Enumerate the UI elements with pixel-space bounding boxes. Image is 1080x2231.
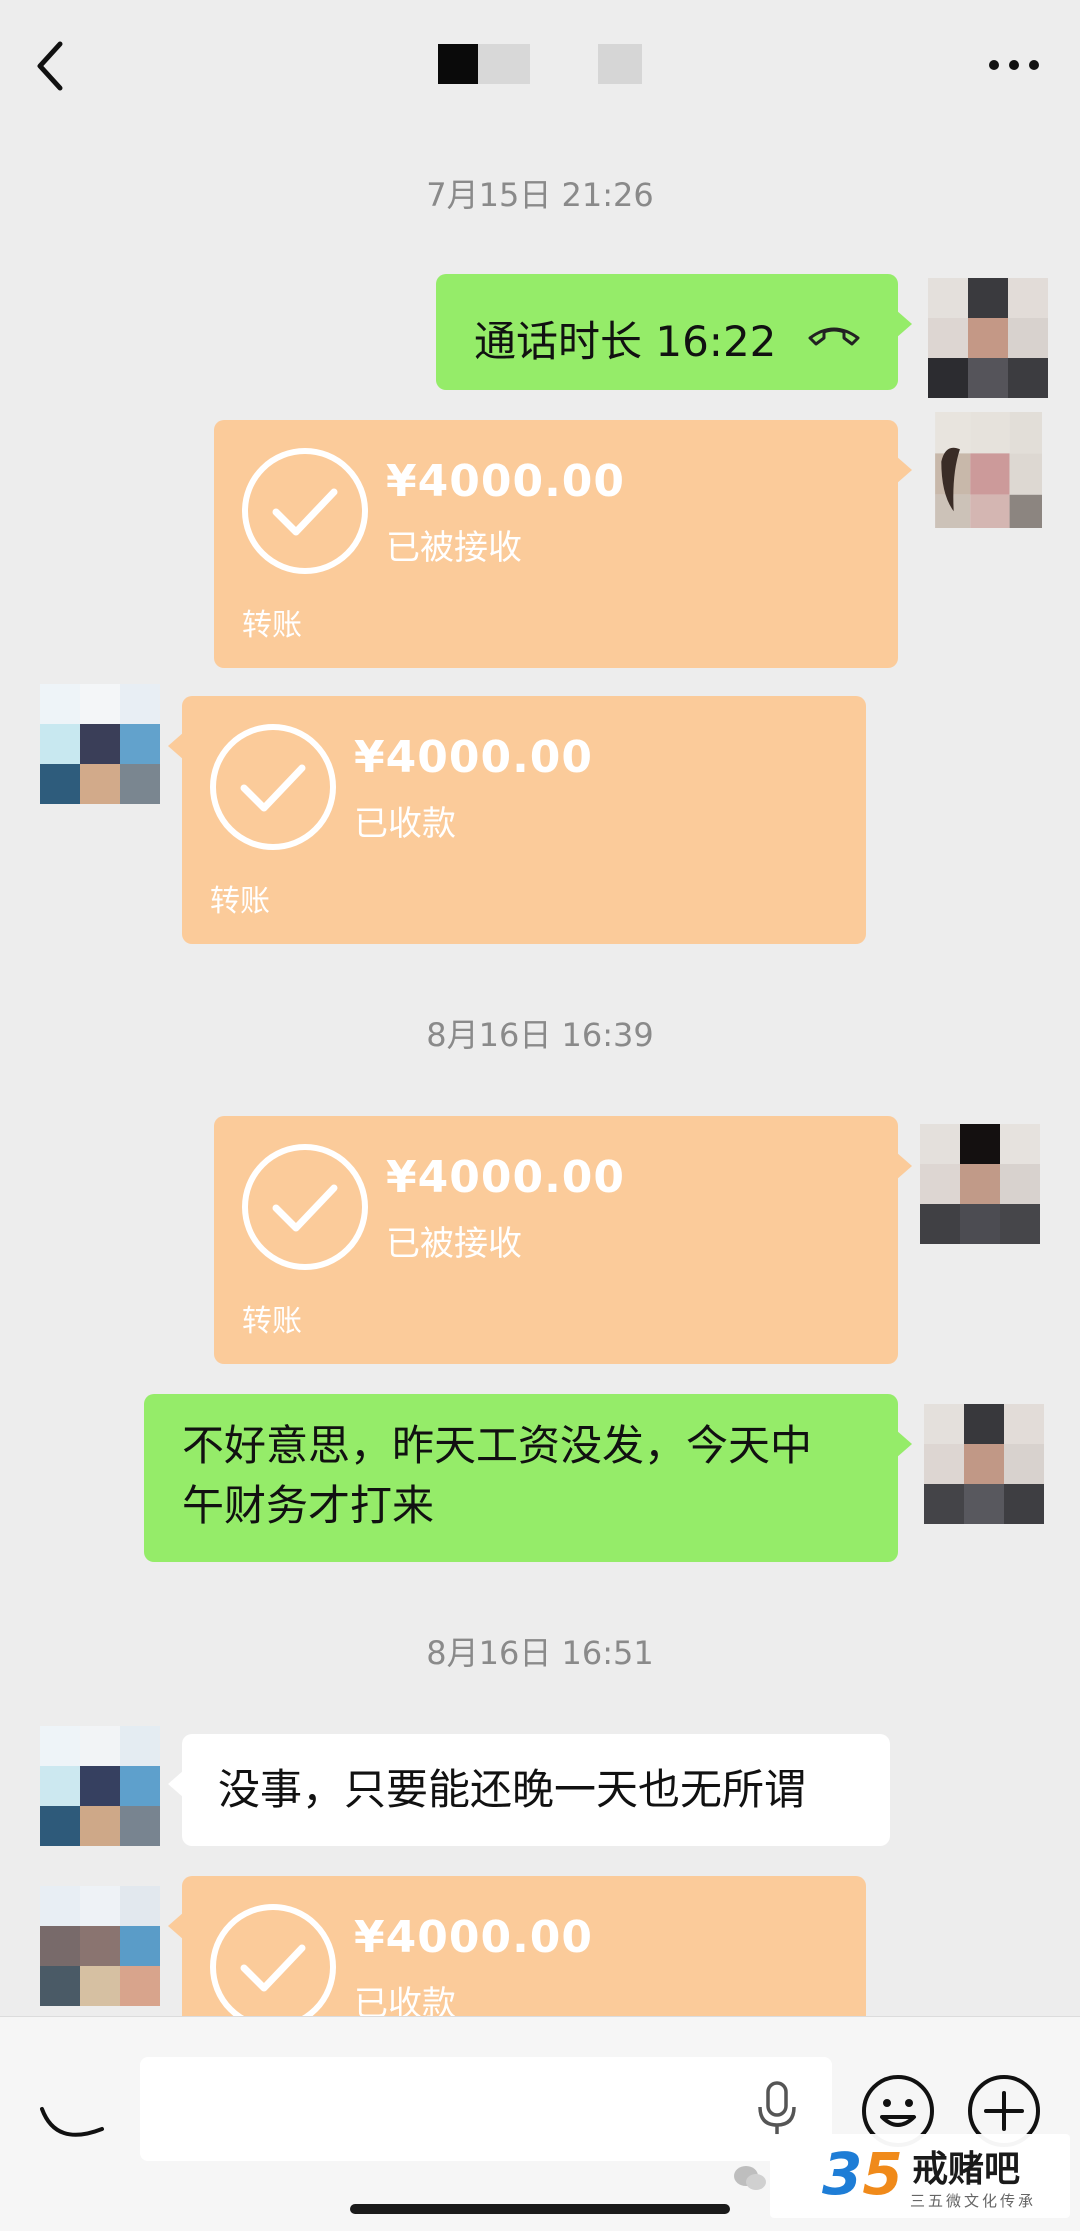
transfer-status: 已被接收 — [386, 1224, 522, 1264]
transfer-status: 已收款 — [354, 804, 456, 844]
my-avatar[interactable] — [924, 1404, 1044, 1524]
contact-avatar[interactable] — [40, 1726, 160, 1846]
message-text-line: 午财务才打来 — [182, 1481, 435, 1530]
watermark-number: 35 — [822, 2140, 903, 2208]
microphone-icon[interactable] — [752, 2079, 802, 2139]
transfer-label: 转账 — [242, 608, 302, 643]
message-text: 没事，只要能还晚一天也无所谓 — [218, 1765, 807, 1814]
chat-header — [0, 0, 1080, 122]
timestamp: 7月15日 21:26 — [426, 176, 654, 214]
transfer-status: 已被接收 — [386, 528, 522, 568]
check-circle-icon — [242, 448, 368, 574]
wechat-icon — [734, 2166, 766, 2190]
transfer-amount: ¥4000.00 — [354, 1912, 594, 1963]
contact-avatar[interactable] — [40, 684, 160, 804]
my-avatar[interactable] — [928, 278, 1048, 398]
my-avatar[interactable] — [932, 412, 1042, 528]
message-bubble[interactable]: 没事，只要能还晚一天也无所谓 — [168, 1734, 890, 1846]
chevron-left-icon — [37, 41, 63, 91]
watermark-number-5: 5 — [862, 2140, 903, 2208]
transfer-card[interactable]: ¥4000.00 已被接收 转账 — [214, 1116, 912, 1364]
timestamp: 8月16日 16:51 — [426, 1634, 654, 1672]
home-indicator — [350, 2204, 730, 2214]
check-circle-icon — [210, 724, 336, 850]
timestamp: 8月16日 16:39 — [426, 1016, 654, 1054]
watermark-number-3: 3 — [822, 2140, 863, 2208]
voice-toggle-icon[interactable] — [36, 2087, 108, 2159]
phone-hangup-icon — [808, 327, 860, 346]
watermark-subtitle: 三五微文化传承 — [910, 2192, 1037, 2210]
contact-name-redacted — [438, 44, 530, 84]
watermark-title: 戒赌吧 — [912, 2149, 1021, 2190]
message-input[interactable] — [140, 2057, 832, 2161]
contact-name-redacted-2 — [598, 44, 642, 84]
back-button[interactable] — [28, 36, 78, 96]
message-bubble[interactable]: 不好意思，昨天工资没发，今天中 午财务才打来 — [144, 1394, 912, 1562]
transfer-amount: ¥4000.00 — [386, 456, 626, 507]
contact-avatar[interactable] — [40, 1886, 160, 2006]
transfer-amount: ¥4000.00 — [354, 732, 594, 783]
transfer-card[interactable]: ¥4000.00 已收款 转账 — [168, 696, 866, 944]
call-duration-text: 通话时长 16:22 — [474, 317, 777, 366]
call-record-bubble[interactable]: 通话时长 16:22 — [436, 274, 912, 390]
transfer-label: 转账 — [242, 1304, 302, 1339]
check-circle-icon — [242, 1144, 368, 1270]
transfer-label: 转账 — [210, 884, 270, 919]
watermark-logo: 35 戒赌吧 三五微文化传承 — [770, 2134, 1070, 2218]
more-dots-icon — [989, 60, 1039, 70]
message-text-line: 不好意思，昨天工资没发，今天中 — [182, 1421, 813, 1470]
check-circle-icon — [210, 1904, 336, 2030]
transfer-card[interactable]: ¥4000.00 已被接收 转账 — [214, 420, 912, 668]
transfer-amount: ¥4000.00 — [386, 1152, 626, 1203]
more-button[interactable] — [984, 50, 1044, 80]
my-avatar[interactable] — [920, 1124, 1040, 1244]
